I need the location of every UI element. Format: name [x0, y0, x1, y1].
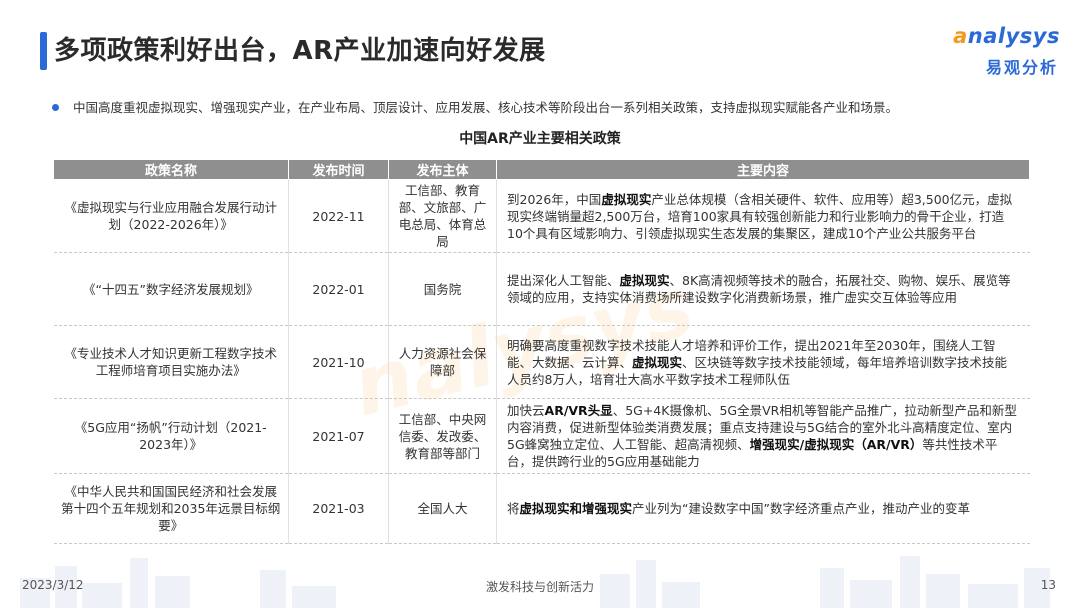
policy-name-cell: 《5G应用“扬帆”行动计划（2021-2023年）》	[53, 398, 289, 474]
table-header-row: 政策名称 发布时间 发布主体 主要内容	[53, 159, 1030, 180]
footer-slogan: 激发科技与创新活力	[485, 580, 594, 594]
content-cell: 到2026年，中国虚拟现实产业总体规模（含相关硬件、软件、应用等）超3,500亿…	[496, 179, 1030, 253]
issuer-cell: 国务院	[388, 252, 497, 326]
release-date-cell: 2021-03	[288, 473, 389, 544]
logo-letter-a: a	[953, 24, 968, 48]
table-row: 《中华人民共和国国民经济和社会发展第十四个五年规划和2035年远景目标纲要》 2…	[53, 473, 1030, 544]
content-cell: 加快云AR/VR头显、5G+4K摄像机、5G全景VR相机等智能产品推广，拉动新型…	[496, 398, 1030, 474]
table-row: 《专业技术人才知识更新工程数字技术工程师培育项目实施办法》 2021-10 人力…	[53, 325, 1030, 399]
header-policy-name: 政策名称	[53, 159, 289, 180]
content-emphasis: 虚拟现实	[619, 273, 670, 288]
bullet-dot-icon	[52, 104, 59, 111]
content-emphasis: 虚拟现实	[632, 354, 683, 370]
release-date-cell: 2022-01	[288, 252, 389, 326]
content-emphasis: 虚拟现实	[601, 191, 652, 207]
issuer-cell: 工信部、教育部、文旅部、广电总局、体育总局	[388, 179, 497, 253]
release-date-cell: 2021-10	[288, 325, 389, 399]
content-cell: 将虚拟现实和增强现实产业列为“建设数字中国”数字经济重点产业，推动产业的变革	[496, 473, 1030, 544]
intro-text: 中国高度重视虚拟现实、增强现实产业，在产业布局、顶层设计、应用发展、核心技术等阶…	[73, 100, 899, 115]
table-title: 中国AR产业主要相关政策	[459, 131, 621, 147]
header-main-content: 主要内容	[496, 159, 1030, 180]
header-release-date: 发布时间	[288, 159, 389, 180]
release-date-cell: 2022-11	[288, 179, 389, 253]
content-text: 到2026年，中国	[507, 191, 602, 207]
title-accent-bar	[40, 32, 47, 70]
content-text: 产业列为“建设数字中国”数字经济重点产业，推动产业的变革	[632, 501, 970, 516]
policy-table: 政策名称 发布时间 发布主体 主要内容 《虚拟现实与行业应用融合发展行动计划（2…	[53, 159, 1030, 544]
issuer-cell: 全国人大	[388, 473, 497, 544]
table-row: 《虚拟现实与行业应用融合发展行动计划（2022-2026年）》 2022-11 …	[53, 179, 1030, 253]
content-text: 将	[507, 501, 520, 516]
content-emphasis: 增强现实/虚拟现实（AR/VR）	[749, 437, 923, 452]
content-cell: 明确要高度重视数字技术技能人才培养和评价工作，提出2021年至2030年，围绕人…	[496, 325, 1030, 399]
policy-name-cell: 《中华人民共和国国民经济和社会发展第十四个五年规划和2035年远景目标纲要》	[53, 473, 289, 544]
content-text: 加快云	[507, 403, 545, 418]
release-date-cell: 2021-07	[288, 398, 389, 474]
analysys-logo: analysys 易观分析	[935, 24, 1060, 84]
content-text: 提出深化人工智能、	[507, 273, 620, 288]
issuer-cell: 人力资源社会保障部	[388, 325, 497, 399]
page-title: 多项政策利好出台，AR产业加速向好发展	[54, 36, 546, 66]
logo-wordmark: analysys	[953, 24, 1060, 48]
page-number: 13	[1040, 578, 1056, 592]
table-row: 《5G应用“扬帆”行动计划（2021-2023年）》 2021-07 工信部、中…	[53, 398, 1030, 474]
logo-chinese-name: 易观分析	[985, 58, 1058, 77]
content-emphasis: AR/VR头显	[544, 403, 613, 418]
intro-bullet: 中国高度重视虚拟现实、增强现实产业，在产业布局、顶层设计、应用发展、核心技术等阶…	[52, 97, 898, 116]
table-row: 《“十四五”数字经济发展规划》 2022-01 国务院 提出深化人工智能、虚拟现…	[53, 252, 1030, 326]
content-cell: 提出深化人工智能、虚拟现实、8K高清视频等技术的融合，拓展社交、购物、娱乐、展览…	[496, 252, 1030, 326]
policy-name-cell: 《专业技术人才知识更新工程数字技术工程师培育项目实施办法》	[53, 325, 289, 399]
logo-letters: nalysys	[967, 24, 1060, 48]
policy-name-cell: 《“十四五”数字经济发展规划》	[53, 252, 289, 326]
content-emphasis: 虚拟现实和增强现实	[519, 501, 633, 516]
policy-name-cell: 《虚拟现实与行业应用融合发展行动计划（2022-2026年）》	[53, 179, 289, 253]
issuer-cell: 工信部、中央网信委、发改委、教育部等部门	[388, 398, 497, 474]
header-issuer: 发布主体	[388, 159, 497, 180]
city-skyline-decoration	[20, 556, 1050, 608]
